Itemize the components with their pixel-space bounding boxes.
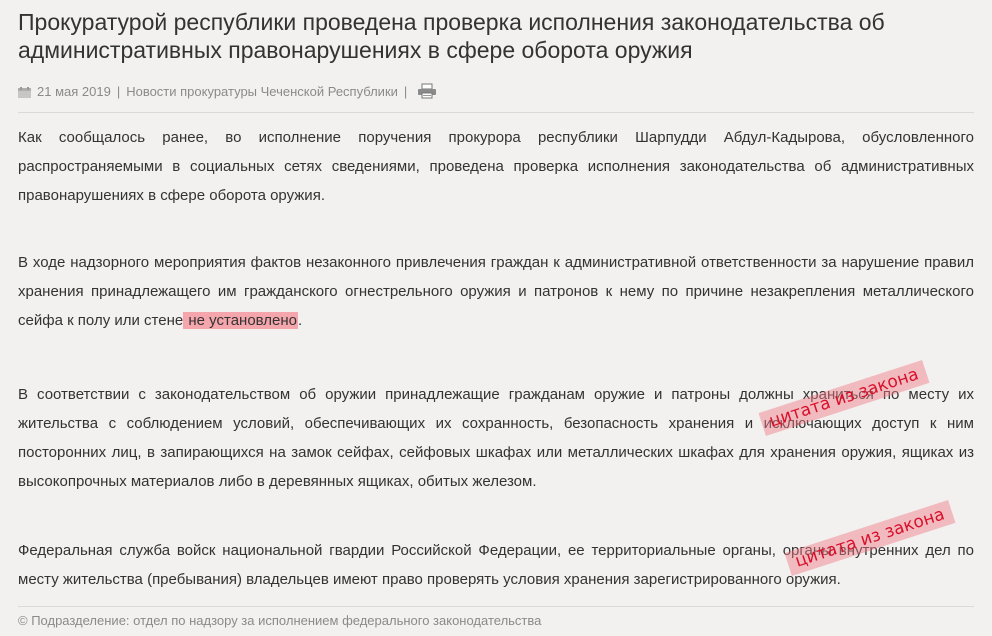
article-date: 21 мая 2019 (37, 83, 111, 99)
calendar-icon (18, 86, 31, 98)
article-footer: © Подразделение: отдел по надзору за исп… (18, 613, 542, 628)
paragraph-text: В ходе надзорного мероприятия фактов нез… (18, 254, 974, 329)
paragraph: В ходе надзорного мероприятия фактов нез… (18, 248, 974, 335)
article: Прокуратурой республики проведена провер… (18, 0, 974, 628)
paragraph-text: . (298, 312, 303, 329)
divider (18, 112, 974, 113)
article-title: Прокуратурой республики проведена провер… (18, 9, 885, 63)
meta-separator: | (403, 83, 408, 99)
article-body: Как сообщалось ранее, во исполнение пору… (18, 123, 974, 594)
print-icon[interactable] (417, 83, 437, 99)
divider (18, 606, 974, 607)
meta-separator: | (116, 83, 121, 99)
paragraph: Как сообщалось ранее, во исполнение пору… (18, 129, 974, 204)
category-link[interactable]: Новости прокуратуры Чеченской Республики (126, 84, 398, 99)
highlighted-text: не установлено (183, 312, 299, 329)
article-meta: 21 мая 2019 | Новости прокуратуры Чеченс… (18, 82, 974, 100)
